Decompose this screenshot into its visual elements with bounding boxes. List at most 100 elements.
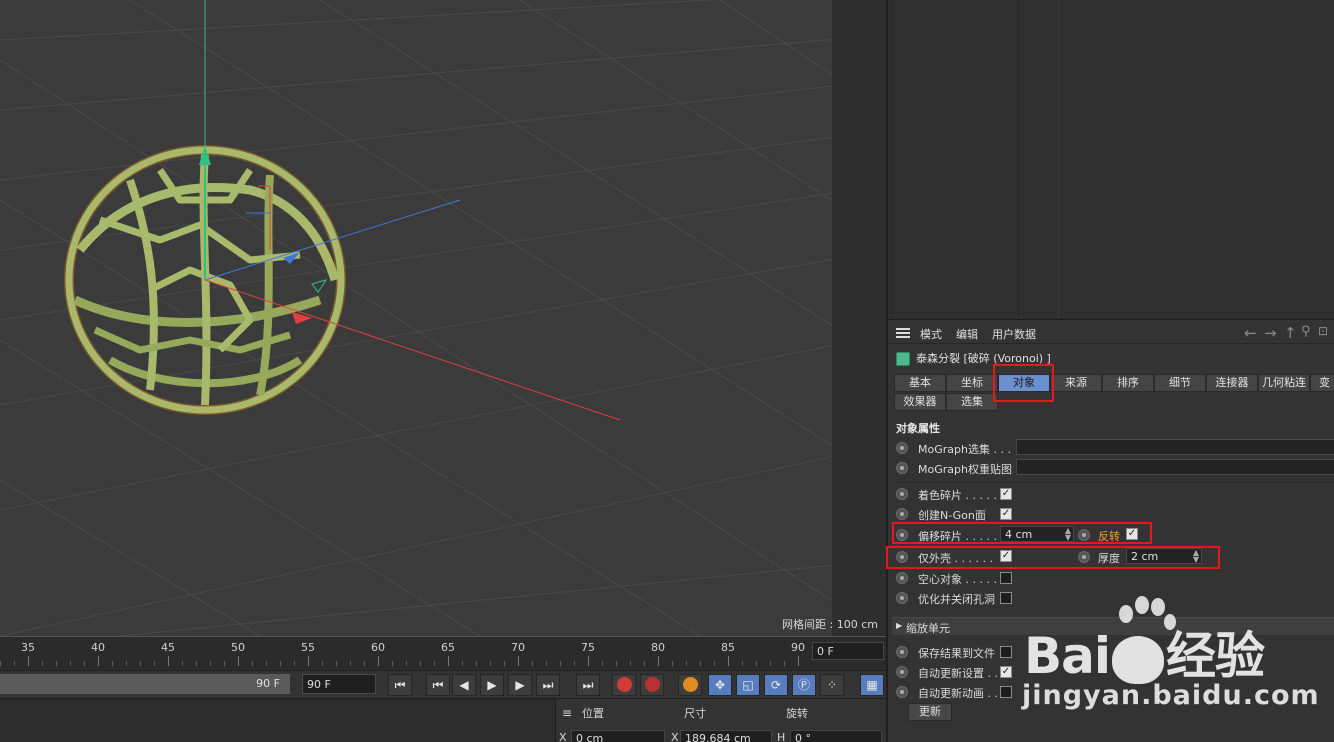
timeline-subtick bbox=[252, 661, 253, 666]
hamburger-icon[interactable] bbox=[896, 328, 910, 338]
tab-geometry-glue[interactable]: 几何粘连 bbox=[1258, 374, 1310, 392]
timeline-subtick bbox=[392, 661, 393, 666]
rotate-key-icon[interactable]: ⟳ bbox=[764, 674, 788, 696]
voronoi-fracture-icon bbox=[896, 352, 910, 366]
lock-icon[interactable]: ⊡ bbox=[1318, 324, 1328, 338]
tab-selections[interactable]: 选集 bbox=[946, 393, 998, 411]
tabs-row-1: 基本 坐标 对象 来源 排序 细节 连接器 几何粘连 变 bbox=[892, 374, 1334, 392]
animate-radio[interactable] bbox=[896, 488, 908, 500]
previous-frame-icon[interactable]: ◀ bbox=[452, 674, 476, 696]
auto-key-icon[interactable] bbox=[640, 674, 664, 696]
timeline-subtick bbox=[266, 661, 267, 666]
next-frame-icon[interactable]: ▶ bbox=[508, 674, 532, 696]
record-keys-icon[interactable] bbox=[612, 674, 636, 696]
animate-radio[interactable] bbox=[896, 462, 908, 474]
arrow-left-icon[interactable]: ← bbox=[1244, 324, 1257, 342]
scale-key-icon[interactable]: ◱ bbox=[736, 674, 760, 696]
move-key-icon[interactable]: ✥ bbox=[708, 674, 732, 696]
timeline-subtick bbox=[420, 661, 421, 666]
tab-sorting[interactable]: 排序 bbox=[1102, 374, 1154, 392]
optimize-close-holes-checkbox[interactable] bbox=[1000, 592, 1012, 604]
timeline-tick-label: 85 bbox=[721, 641, 735, 654]
timeline-tick-label: 90 bbox=[791, 641, 805, 654]
timeline-subtick bbox=[560, 661, 561, 666]
timeline-tick bbox=[28, 656, 29, 666]
timeline-tick-label: 40 bbox=[91, 641, 105, 654]
timeline-ruler[interactable]: 35 40 45 50 55 60 65 70 75 80 85 90 bbox=[0, 636, 886, 670]
animate-radio[interactable] bbox=[896, 686, 908, 698]
frame-range-slider[interactable]: 90 F bbox=[0, 674, 290, 694]
menu-user-data[interactable]: 用户数据 bbox=[992, 326, 1036, 342]
right-panel: 模式 编辑 用户数据 ← → ↑ ⚲ ⊡ 泰森分裂 [破碎 (Voronoi) … bbox=[886, 0, 1334, 742]
animate-radio[interactable] bbox=[896, 592, 908, 604]
position-header: 位置 bbox=[582, 707, 604, 720]
timeline-tick bbox=[98, 656, 99, 666]
create-ngon-label: 创建N-Gon面 bbox=[918, 509, 986, 522]
play-icon[interactable]: ▶ bbox=[480, 674, 504, 696]
mograph-selection-field[interactable] bbox=[1016, 439, 1334, 455]
tab-effectors[interactable]: 效果器 bbox=[894, 393, 946, 411]
tab-coord[interactable]: 坐标 bbox=[946, 374, 998, 392]
timeline-window-icon[interactable]: ▦ bbox=[860, 674, 884, 696]
scale-cells-label: 缩放单元 bbox=[906, 622, 950, 635]
menu-icon[interactable]: ≡ bbox=[562, 706, 572, 720]
h-rotation-field[interactable]: 0 ° bbox=[790, 730, 882, 742]
tab-sources[interactable]: 来源 bbox=[1050, 374, 1102, 392]
timeline-subtick bbox=[322, 661, 323, 666]
hollow-object-checkbox[interactable] bbox=[1000, 572, 1012, 584]
tab-more[interactable]: 变 bbox=[1310, 374, 1334, 392]
x-size-field[interactable]: 189.684 cm bbox=[680, 730, 772, 742]
highlight-box-shell bbox=[886, 546, 1220, 569]
timeline-subtick bbox=[742, 661, 743, 666]
animate-radio[interactable] bbox=[896, 442, 908, 454]
create-ngon-checkbox[interactable]: ✓ bbox=[1000, 508, 1012, 520]
tab-basic[interactable]: 基本 bbox=[894, 374, 946, 392]
go-to-start-icon[interactable]: ⏮ bbox=[388, 674, 412, 696]
auto-update-settings-checkbox[interactable]: ✓ bbox=[1000, 666, 1012, 678]
timeline-subtick bbox=[70, 661, 71, 666]
auto-update-anim-checkbox[interactable] bbox=[1000, 686, 1012, 698]
end-frame-field[interactable]: 90 F bbox=[302, 674, 376, 694]
timeline-subtick bbox=[294, 661, 295, 666]
divider bbox=[1018, 0, 1019, 318]
grid-spacing-label: 网格间距 : 100 cm bbox=[782, 618, 878, 631]
animate-radio[interactable] bbox=[896, 572, 908, 584]
point-level-icon[interactable]: ⁘ bbox=[820, 674, 844, 696]
timeline-subtick bbox=[0, 661, 1, 666]
timeline-tick bbox=[168, 656, 169, 666]
previous-key-icon[interactable]: ⏮ bbox=[426, 674, 450, 696]
go-to-end-icon[interactable]: ⏭ bbox=[576, 674, 600, 696]
current-frame-field[interactable]: 0 F bbox=[812, 642, 884, 660]
menu-edit[interactable]: 编辑 bbox=[956, 326, 978, 342]
mograph-weightmap-field[interactable] bbox=[1016, 459, 1334, 475]
animate-radio[interactable] bbox=[896, 508, 908, 520]
menu-mode[interactable]: 模式 bbox=[920, 326, 942, 342]
timeline-subtick bbox=[210, 661, 211, 666]
timeline-subtick bbox=[546, 661, 547, 666]
highlight-box-tab bbox=[993, 364, 1054, 402]
update-button[interactable]: 更新 bbox=[908, 703, 952, 721]
timeline-tick-label: 70 bbox=[511, 641, 525, 654]
timeline-subtick bbox=[770, 661, 771, 666]
search-icon[interactable]: ⚲ bbox=[1301, 324, 1311, 339]
arrow-up-icon[interactable]: ↑ bbox=[1284, 324, 1297, 342]
x-position-field[interactable]: 0 cm bbox=[571, 730, 665, 742]
animate-radio[interactable] bbox=[896, 666, 908, 678]
object-manager[interactable] bbox=[888, 0, 1334, 320]
save-results-checkbox[interactable] bbox=[1000, 646, 1012, 658]
coordinates-bar: ≡ 位置 尺寸 旋转 X 0 cm X 189.684 cm H 0 ° bbox=[0, 698, 886, 742]
arrow-right-icon[interactable]: → bbox=[1264, 324, 1277, 342]
keyframe-selection-icon[interactable] bbox=[678, 674, 702, 696]
3d-viewport[interactable]: 网格间距 : 100 cm bbox=[0, 0, 886, 636]
parameter-key-icon[interactable]: Ⓟ bbox=[792, 674, 816, 696]
timeline-subtick bbox=[140, 661, 141, 666]
color-pieces-checkbox[interactable]: ✓ bbox=[1000, 488, 1012, 500]
tab-connectors[interactable]: 连接器 bbox=[1206, 374, 1258, 392]
timeline-subtick bbox=[42, 661, 43, 666]
next-key-icon[interactable]: ⏭ bbox=[536, 674, 560, 696]
timeline-subtick bbox=[434, 661, 435, 666]
animate-radio[interactable] bbox=[896, 646, 908, 658]
scale-cells-group[interactable]: ▶ 缩放单元 bbox=[892, 617, 1334, 635]
timeline-subtick bbox=[700, 661, 701, 666]
tab-detail[interactable]: 细节 bbox=[1154, 374, 1206, 392]
